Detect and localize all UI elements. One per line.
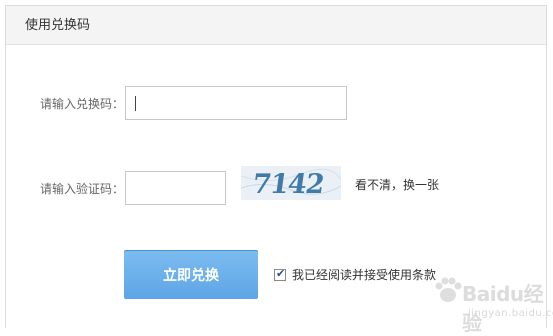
panel-title: 使用兑换码 [25,18,91,33]
paw-icon [435,277,462,302]
captcha-refresh-link[interactable]: 看不清，换一张 [355,176,439,193]
checkmark-icon: ✔ [276,267,286,280]
redeem-now-button[interactable]: 立即兑换 [124,250,258,299]
redeem-code-input[interactable] [125,86,347,120]
captcha-label: 请输入验证码： [40,182,125,196]
baidu-watermark: Baidu经验 jingyan.baidu.com [430,268,553,335]
agree-terms-label: 我已经阅读并接受使用条款 [292,268,437,282]
watermark-url: jingyan.baidu.com [468,308,553,319]
captcha-image[interactable]: 7142 [241,166,341,200]
captcha-image-graphic: 7142 [241,166,341,200]
agree-checkbox[interactable]: ✔ [274,267,286,281]
watermark-brand: Baidu经验 [462,282,544,335]
redeem-code-label: 请输入兑换码： [40,97,125,111]
panel-header: 使用兑换码 [6,6,546,45]
captcha-text: 7142 [250,169,325,200]
text-caret [135,96,136,111]
captcha-input[interactable] [125,171,226,205]
